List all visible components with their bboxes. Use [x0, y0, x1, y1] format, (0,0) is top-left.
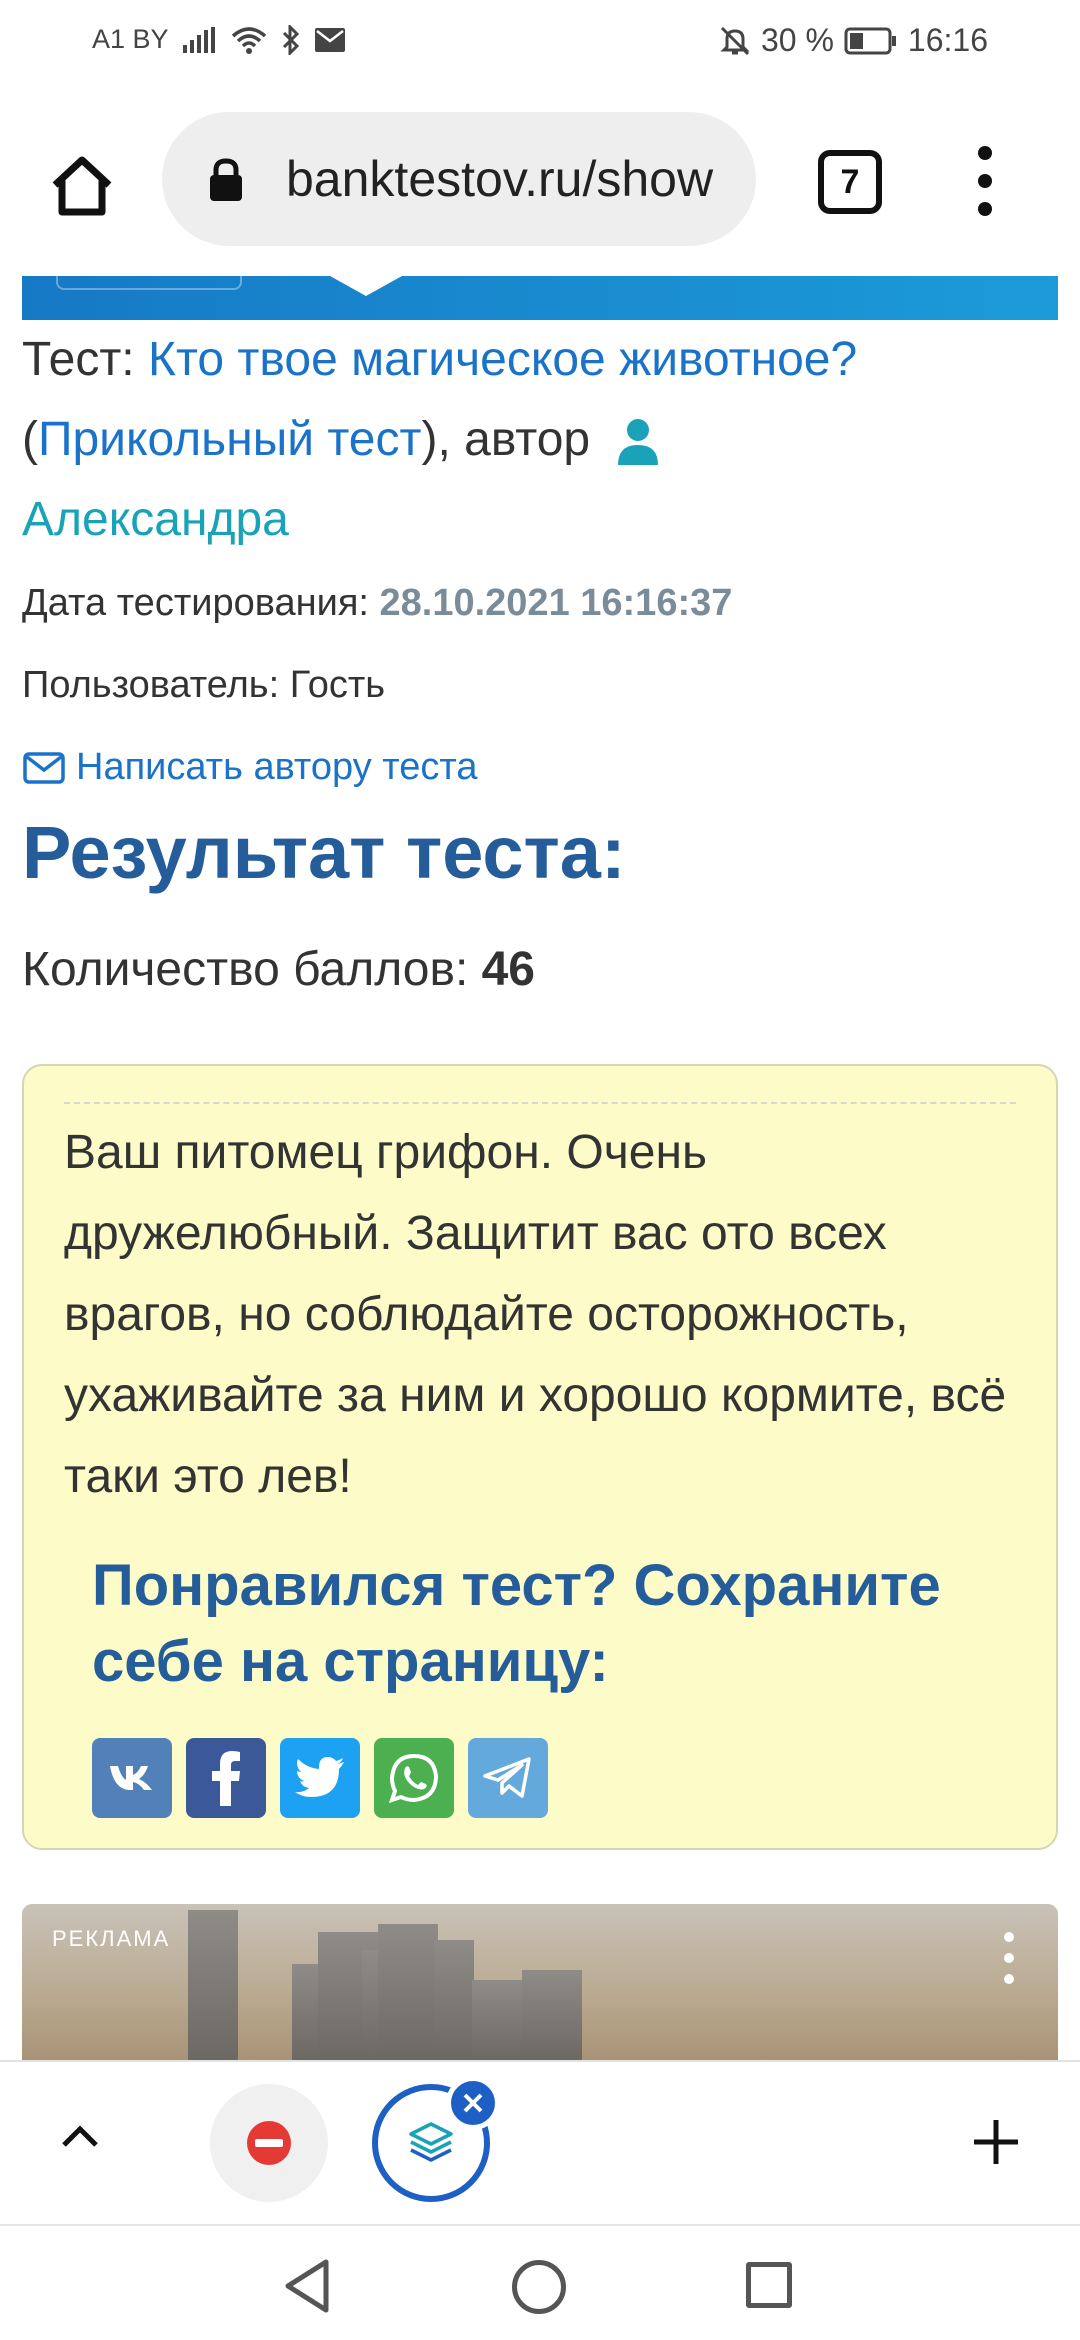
- status-left: A1 BY: [92, 24, 345, 55]
- test-title-link[interactable]: Кто твое магическое животное?: [148, 333, 857, 386]
- result-box: Ваш питомец грифон. Очень дружелюбный. З…: [22, 1064, 1058, 1850]
- browser-menu-button[interactable]: [962, 146, 1008, 216]
- bottom-toolbar: [0, 2060, 1080, 2224]
- share-facebook-button[interactable]: [186, 1738, 266, 1818]
- menu-dot-icon: [1004, 1974, 1014, 1984]
- telegram-icon: [483, 1757, 531, 1798]
- test-title-line: Тест: Кто твое магическое животное?: [22, 332, 857, 387]
- status-bar: A1 BY 30 % 16:16: [0, 0, 1080, 90]
- back-button[interactable]: [282, 2258, 332, 2319]
- chevron-up-icon: [62, 2125, 98, 2147]
- battery-icon: [844, 27, 898, 55]
- share-telegram-button[interactable]: [468, 1738, 548, 1818]
- write-author-label: Написать автору теста: [76, 746, 478, 788]
- recents-button[interactable]: [746, 2262, 792, 2308]
- ad-image-building: [378, 1924, 438, 2060]
- facebook-icon: [212, 1751, 240, 1806]
- ad-options-button[interactable]: [1004, 1932, 1014, 1984]
- share-heading: Понравился тест? Сохраните себе на стран…: [92, 1553, 941, 1694]
- status-right: 30 % 16:16: [719, 22, 988, 59]
- user-line: Пользователь: Гость: [22, 664, 386, 706]
- address-bar[interactable]: banktestov.ru/show: [162, 112, 756, 246]
- ad-label: РЕКЛАМА: [52, 1926, 171, 1951]
- menu-dot-icon: [978, 202, 992, 216]
- tab-switcher-button[interactable]: 7: [818, 150, 882, 214]
- back-triangle-icon: [285, 2259, 329, 2313]
- ad-image-building: [188, 1910, 238, 2060]
- author-line: Александра: [22, 492, 289, 547]
- menu-dot-icon: [978, 146, 992, 160]
- ad-image-building: [434, 1940, 474, 2060]
- url-text: banktestov.ru/show: [286, 151, 714, 207]
- layers-icon: [409, 2122, 453, 2162]
- lock-icon: [210, 158, 242, 201]
- envelope-icon: [23, 751, 65, 784]
- signal-icon: [182, 26, 217, 53]
- close-icon: [463, 2093, 483, 2113]
- plus-icon: [974, 2120, 1018, 2164]
- ad-block-icon: [247, 2121, 291, 2165]
- new-tab-button[interactable]: [966, 2112, 1026, 2172]
- share-vk-button[interactable]: [92, 1738, 172, 1818]
- category-link[interactable]: Прикольный тест: [38, 412, 421, 467]
- share-twitter-button[interactable]: [280, 1738, 360, 1818]
- ad-blocker-button[interactable]: [210, 2084, 328, 2202]
- test-date: Дата тестирования: 28.10.2021 16:16:37: [22, 582, 732, 625]
- ad-image-building: [522, 1970, 582, 2060]
- twitter-icon: [295, 1757, 344, 1797]
- open-paren: (: [22, 413, 38, 466]
- carrier-label: A1 BY: [92, 24, 169, 54]
- score-line: Количество баллов: 46: [22, 942, 535, 997]
- mute-bell-icon: [719, 25, 751, 57]
- wifi-icon: [231, 26, 267, 54]
- close-badge-button[interactable]: [446, 2076, 500, 2130]
- home-icon: [52, 156, 112, 216]
- home-button[interactable]: [44, 148, 120, 224]
- divider: [64, 1102, 1016, 1104]
- scroll-up-button[interactable]: [50, 2106, 110, 2166]
- mail-icon: [314, 27, 345, 52]
- system-nav-bar: [0, 2224, 1080, 2340]
- clock: 16:16: [907, 22, 988, 58]
- battery-percent: 30 %: [760, 22, 834, 58]
- result-heading: Результат теста:: [22, 811, 626, 894]
- date-value: 28.10.2021 16:16:37: [379, 582, 733, 624]
- ad-banner[interactable]: РЕКЛАМА: [22, 1904, 1058, 2060]
- author-prefix: ), автор: [421, 413, 591, 466]
- home-circle-button[interactable]: [512, 2260, 566, 2314]
- test-prefix: Тест:: [22, 333, 148, 386]
- test-category-line: (Прикольный тест), автор: [22, 412, 660, 467]
- banner-notch: [330, 276, 402, 296]
- banner-tab: [56, 276, 242, 290]
- person-icon: [618, 418, 659, 465]
- author-link[interactable]: Александра: [22, 493, 289, 546]
- write-author-link[interactable]: Написать автору теста: [22, 746, 478, 789]
- vk-icon: [110, 1766, 152, 1790]
- score-label: Количество баллов:: [22, 943, 482, 996]
- ad-image-building: [472, 1980, 522, 2060]
- result-description: Ваш питомец грифон. Очень дружелюбный. З…: [64, 1126, 1007, 1503]
- menu-dot-icon: [978, 174, 992, 188]
- score-value: 46: [481, 943, 535, 996]
- browser-toolbar: banktestov.ru/show 7: [0, 100, 1080, 270]
- share-buttons: [92, 1738, 548, 1818]
- date-label: Дата тестирования:: [22, 582, 380, 624]
- share-whatsapp-button[interactable]: [374, 1738, 454, 1818]
- menu-dot-icon: [1004, 1932, 1014, 1942]
- whatsapp-icon: [388, 1753, 439, 1804]
- bluetooth-icon: [281, 24, 301, 55]
- menu-dot-icon: [1004, 1953, 1014, 1963]
